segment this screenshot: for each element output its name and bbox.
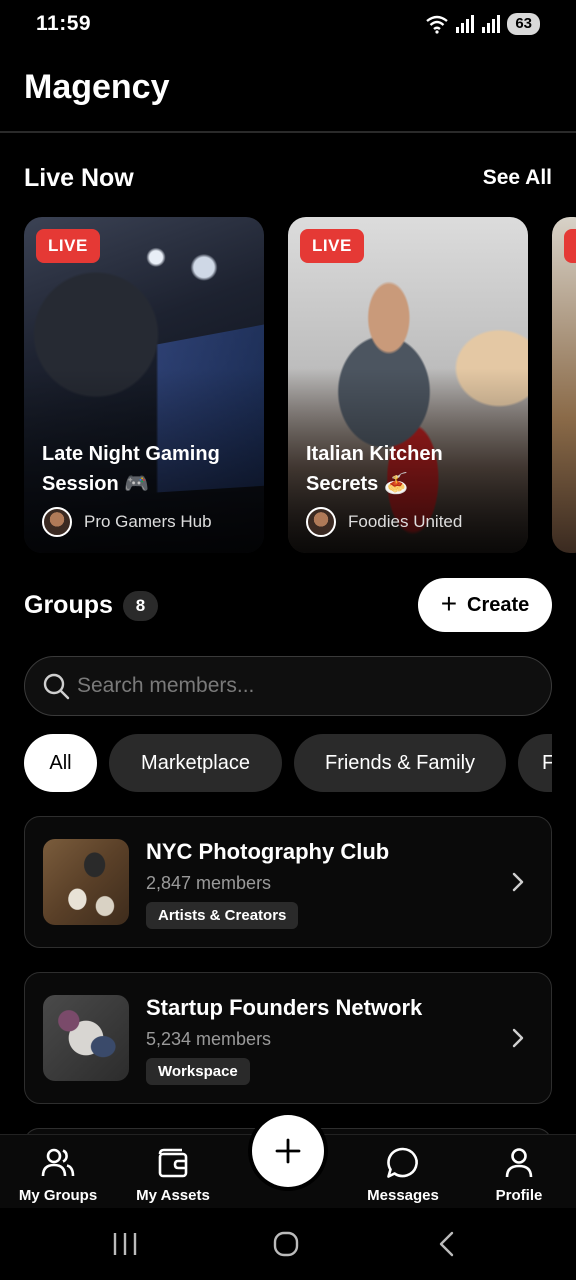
live-now-title: Live Now	[24, 164, 134, 192]
search-bar[interactable]	[24, 656, 552, 716]
groups-title: Groups	[24, 591, 113, 619]
nav-my-groups[interactable]: My Groups	[0, 1147, 116, 1204]
group-members: 2,847 members	[146, 873, 272, 893]
nav-profile[interactable]: Profile	[461, 1147, 576, 1204]
home-icon[interactable]	[272, 1230, 300, 1258]
live-badge: LIVE	[36, 229, 100, 263]
nav-label: My Assets	[136, 1187, 210, 1204]
groups-count-badge: 8	[123, 591, 158, 621]
create-group-button[interactable]: + Create	[418, 578, 552, 632]
nav-my-assets[interactable]: My Assets	[115, 1147, 231, 1204]
chat-icon	[387, 1147, 418, 1178]
users-icon	[41, 1148, 75, 1177]
live-card-title: Late Night Gaming Session 🎮	[42, 443, 220, 495]
chevron-right-icon	[512, 872, 524, 892]
live-card-title: Italian Kitchen Secrets 🍝	[306, 443, 443, 495]
recent-apps-icon[interactable]	[112, 1230, 138, 1258]
wifi-icon	[426, 15, 449, 34]
header-divider	[0, 131, 576, 133]
group-card[interactable]: NYC Photography Club 2,847 members Artis…	[24, 816, 552, 948]
add-button[interactable]	[252, 1115, 324, 1187]
signal-icon	[456, 15, 475, 33]
app-title: Magency	[24, 68, 170, 106]
group-tag: Artists & Creators	[146, 902, 299, 929]
host-name: Foodies United	[348, 512, 463, 531]
live-badge	[564, 229, 576, 263]
chip-partial[interactable]: F	[518, 734, 552, 792]
signal-icon-2	[482, 15, 501, 33]
nav-messages[interactable]: Messages	[345, 1147, 461, 1204]
status-time: 11:59	[36, 12, 92, 35]
live-badge: LIVE	[300, 229, 364, 263]
live-card-host: Pro Gamers Hub	[42, 507, 212, 537]
chip-marketplace[interactable]: Marketplace	[109, 734, 282, 792]
group-card[interactable]: Startup Founders Network 5,234 members W…	[24, 972, 552, 1104]
live-card-partial[interactable]	[552, 217, 576, 553]
group-tag: Workspace	[146, 1058, 250, 1085]
group-name: Startup Founders Network	[146, 995, 423, 1020]
system-nav-bar	[0, 1208, 576, 1280]
nav-label: Profile	[495, 1187, 543, 1204]
nav-label: My Groups	[18, 1187, 98, 1204]
battery-indicator: 63	[507, 13, 540, 35]
search-input[interactable]	[77, 674, 517, 698]
host-avatar	[306, 507, 336, 537]
status-bar: 11:59 63	[0, 0, 576, 52]
live-card-host: Foodies United	[306, 507, 462, 537]
group-thumbnail	[43, 995, 129, 1081]
wallet-icon	[158, 1148, 188, 1178]
search-icon	[43, 673, 70, 700]
chip-friends-family[interactable]: Friends & Family	[294, 734, 506, 792]
plus-icon	[275, 1138, 301, 1164]
plus-icon: +	[440, 587, 458, 619]
host-avatar	[42, 507, 72, 537]
host-name: Pro Gamers Hub	[84, 512, 212, 531]
chevron-right-icon	[512, 1028, 524, 1048]
group-thumbnail	[43, 839, 129, 925]
live-card-cooking[interactable]: LIVE Italian Kitchen Secrets 🍝 Foodies U…	[288, 217, 528, 553]
back-icon[interactable]	[436, 1230, 458, 1258]
chip-all[interactable]: All	[24, 734, 97, 792]
user-icon	[505, 1148, 533, 1178]
group-name: NYC Photography Club	[146, 839, 390, 864]
create-label: Create	[467, 593, 530, 616]
nav-label: Messages	[367, 1187, 439, 1204]
status-icons: 63	[425, 13, 540, 35]
see-all-link[interactable]: See All	[483, 166, 552, 190]
group-members: 5,234 members	[146, 1029, 272, 1049]
filter-chips: All Marketplace Friends & Family F	[24, 734, 552, 792]
live-card-gaming[interactable]: LIVE Late Night Gaming Session 🎮 Pro Gam…	[24, 217, 264, 553]
